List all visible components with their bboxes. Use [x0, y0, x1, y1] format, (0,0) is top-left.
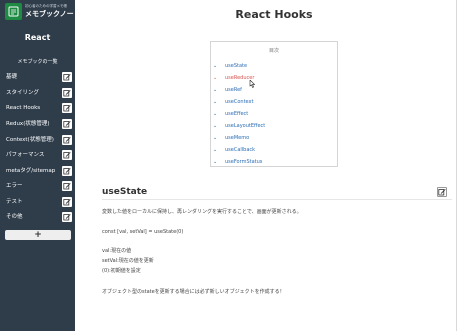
chevron-down-icon: ⌄ [213, 147, 218, 153]
note-line: (0):初期値を設定 [102, 268, 141, 274]
chevron-down-icon: ⌄ [213, 159, 218, 165]
toc-item[interactable]: ⌄ useLayoutEffect [213, 122, 333, 131]
edit-memo-button[interactable] [62, 212, 72, 222]
app-logo[interactable]: 初心者のための学習メモ帳 メモブックノート [5, 3, 81, 21]
memo-list-heading: メモブックの一覧 [17, 59, 58, 65]
chevron-down-icon: ⌄ [213, 75, 218, 81]
sidebar-menu-item[interactable]: Redux(状態管理) [6, 119, 72, 129]
edit-memo-button[interactable] [62, 72, 72, 82]
chevron-down-icon: ⌄ [213, 87, 218, 93]
add-memo-button[interactable]: + [5, 230, 71, 240]
sidebar-item-label: 基礎 [6, 74, 18, 80]
notebook-title: React [24, 33, 51, 42]
sidebar-menu-item[interactable]: metaタグ/sitemap [6, 166, 72, 176]
chevron-down-icon: ⌄ [213, 135, 218, 141]
sidebar-menu-item[interactable]: その他 [6, 212, 72, 222]
page-title: React Hooks [235, 8, 313, 21]
edit-memo-button[interactable] [62, 150, 72, 160]
toc-title: 目次 [268, 48, 279, 54]
sidebar-menu-item[interactable]: Context(状態管理) [6, 135, 72, 145]
section-footer-note: オブジェクト型のstateを更新する場合には必ず新しいオブジェクトを作成する！ [102, 289, 285, 295]
edit-memo-button[interactable] [62, 119, 72, 129]
section-divider [102, 199, 452, 200]
sidebar-menu-item[interactable]: スタイリング [6, 88, 72, 98]
sidebar-item-label: エラー [6, 183, 23, 189]
section-description: 変数した値をローカルに保持し、再レンダリングを実行することで、画面が更新される。 [102, 209, 302, 215]
note-line: val:現在の値 [102, 248, 132, 254]
section-title: useState [102, 187, 148, 197]
toc-link[interactable]: useCallback [225, 146, 255, 155]
toc-link[interactable]: useContext [225, 98, 253, 107]
toc-link[interactable]: useFormStatus [225, 158, 262, 167]
table-of-contents: 目次 ⌄ useState ⌄ useReducer ⌄ useRef ⌄ useContex… [210, 41, 338, 167]
toc-item[interactable]: ⌄ useReducer [213, 74, 333, 83]
edit-memo-button[interactable] [62, 181, 72, 191]
sidebar-menu-item[interactable]: 基礎 [6, 72, 72, 82]
sidebar-item-label: スタイリング [6, 90, 40, 96]
toc-link[interactable]: useRef [225, 86, 242, 95]
edit-memo-button[interactable] [62, 166, 72, 176]
section-edit-button[interactable] [437, 187, 447, 197]
sidebar-item-label: パフォーマンス [6, 152, 45, 158]
sidebar-item-label: Redux(状態管理) [6, 121, 50, 127]
toc-item[interactable]: ⌄ useCallback [213, 146, 333, 155]
cursor-pointer-icon [249, 80, 255, 88]
toc-item[interactable]: ⌄ useFormStatus [213, 158, 333, 167]
edit-memo-button[interactable] [62, 103, 72, 113]
toc-link[interactable]: useState [225, 62, 247, 71]
code-snippet: const [val, setVal] = useState(0) [102, 229, 184, 235]
edit-memo-button[interactable] [62, 135, 72, 145]
toc-item[interactable]: ⌄ useState [213, 62, 333, 71]
edit-icon [63, 137, 71, 144]
note-line: setVal:現在の値を更新 [102, 258, 154, 264]
edit-icon [438, 189, 446, 196]
sidebar: 初心者のための学習メモ帳 メモブックノート React メモブックの一覧 基礎ス… [0, 0, 81, 331]
toc-item[interactable]: ⌄ useEffect [213, 110, 333, 119]
edit-icon [63, 152, 71, 159]
chevron-down-icon: ⌄ [213, 63, 218, 69]
sidebar-item-label: その他 [6, 214, 23, 220]
toc-item[interactable]: ⌄ useMemo [213, 134, 333, 143]
sidebar-menu-item[interactable]: テスト [6, 197, 72, 207]
logo-text: メモブックノート [25, 10, 81, 18]
edit-icon [63, 214, 71, 221]
edit-icon [63, 105, 71, 112]
toc-link[interactable]: useEffect [225, 110, 248, 119]
toc-link[interactable]: useMemo [225, 134, 249, 143]
toc-item[interactable]: ⌄ useRef [213, 86, 333, 95]
edit-icon [63, 74, 71, 81]
sidebar-menu-item[interactable]: エラー [6, 181, 72, 191]
sidebar-item-label: Context(状態管理) [6, 137, 54, 143]
edit-icon [63, 168, 71, 175]
edit-icon [63, 183, 71, 190]
sidebar-item-label: metaタグ/sitemap [6, 168, 56, 174]
sidebar-item-label: テスト [6, 199, 23, 205]
content-divider [456, 0, 457, 331]
sidebar-item-label: React Hooks [6, 105, 41, 111]
sidebar-menu-item[interactable]: React Hooks [6, 103, 72, 113]
toc-link[interactable]: useLayoutEffect [225, 122, 265, 131]
edit-icon [63, 199, 71, 206]
toc-item[interactable]: ⌄ useContext [213, 98, 333, 107]
chevron-down-icon: ⌄ [213, 111, 218, 117]
sidebar-menu-item[interactable]: パフォーマンス [6, 150, 72, 160]
edit-memo-button[interactable] [62, 197, 72, 207]
edit-memo-button[interactable] [62, 88, 72, 98]
chevron-down-icon: ⌄ [213, 123, 218, 129]
edit-icon [63, 121, 71, 128]
chevron-down-icon: ⌄ [213, 99, 218, 105]
notebook-logo-icon [5, 3, 22, 20]
edit-icon [63, 90, 71, 97]
